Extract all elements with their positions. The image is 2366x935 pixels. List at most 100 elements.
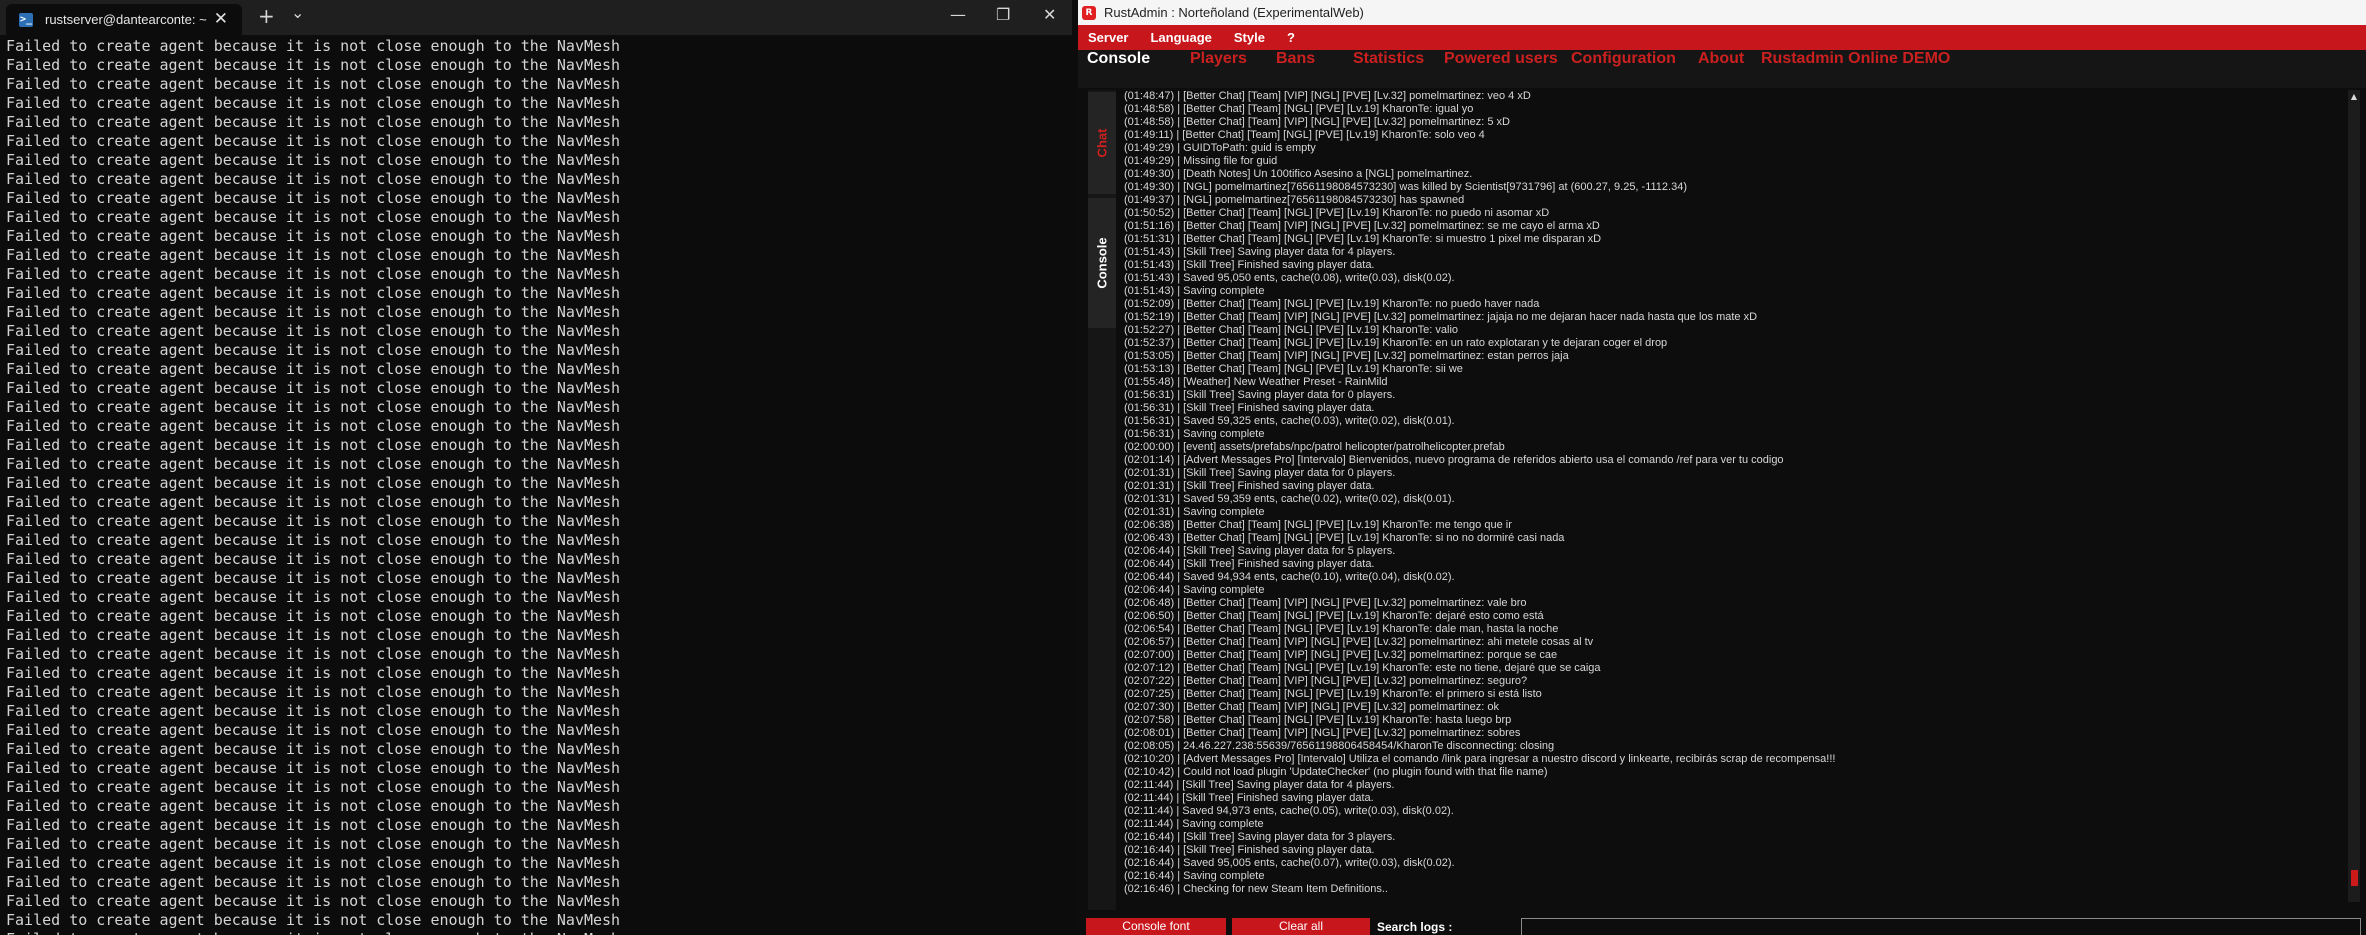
terminal-line: Failed to create agent because it is not… bbox=[6, 664, 621, 682]
tab-rustadmin-online-demo[interactable]: Rustadmin Online DEMO bbox=[1761, 50, 1950, 88]
terminal-line: Failed to create agent because it is not… bbox=[6, 151, 621, 169]
log-line: (02:07:58) | [Better Chat] [Team] [NGL] … bbox=[1124, 714, 1512, 726]
scroll-up-icon[interactable]: ▲ bbox=[2348, 92, 2360, 102]
log-line: (01:49:37) | [NGL] pomelmartinez[7656119… bbox=[1124, 194, 1465, 206]
log-line: (01:48:58) | [Better Chat] [Team] [NGL] … bbox=[1124, 103, 1474, 115]
terminal-line: Failed to create agent because it is not… bbox=[6, 436, 621, 454]
terminal-line: Failed to create agent because it is not… bbox=[6, 303, 621, 321]
clear-all-button[interactable]: Clear all bbox=[1232, 918, 1370, 935]
log-line: (02:07:22) | [Better Chat] [Team] [VIP] … bbox=[1124, 675, 1528, 687]
terminal-line: Failed to create agent because it is not… bbox=[6, 94, 621, 112]
terminal-line: Failed to create agent because it is not… bbox=[6, 113, 621, 131]
terminal-output[interactable]: Failed to create agent because it is not… bbox=[6, 37, 1066, 935]
log-line: (02:06:44) | Saving complete bbox=[1124, 584, 1265, 596]
rustadmin-logo-icon: R bbox=[1082, 5, 1096, 20]
log-line: (01:55:48) | [Weather] New Weather Prese… bbox=[1124, 376, 1388, 388]
log-line: (01:49:29) | GUIDToPath: guid is empty bbox=[1124, 142, 1316, 154]
terminal-line: Failed to create agent because it is not… bbox=[6, 417, 621, 435]
new-tab-button[interactable]: + bbox=[258, 4, 275, 28]
log-line: (02:06:38) | [Better Chat] [Team] [NGL] … bbox=[1124, 519, 1512, 531]
powershell-icon: >_ bbox=[19, 12, 33, 27]
terminal-tab[interactable]: >_ rustserver@dantearconte: ~ ✕ bbox=[6, 4, 242, 35]
log-line: (02:06:50) | [Better Chat] [Team] [NGL] … bbox=[1124, 610, 1544, 622]
log-line: (01:49:29) | Missing file for guid bbox=[1124, 155, 1278, 167]
terminal-line: Failed to create agent because it is not… bbox=[6, 512, 621, 530]
log-line: (01:53:05) | [Better Chat] [Team] [VIP] … bbox=[1124, 350, 1569, 362]
terminal-line: Failed to create agent because it is not… bbox=[6, 227, 621, 245]
log-line: (01:49:11) | [Better Chat] [Team] [NGL] … bbox=[1124, 129, 1485, 141]
terminal-line: Failed to create agent because it is not… bbox=[6, 930, 1066, 935]
log-line: (01:56:31) | Saving complete bbox=[1124, 428, 1265, 440]
side-tab-console-label: Console bbox=[1094, 237, 1110, 289]
terminal-line: Failed to create agent because it is not… bbox=[6, 835, 621, 853]
log-line: (02:01:31) | Saving complete bbox=[1124, 506, 1265, 518]
terminal-line: Failed to create agent because it is not… bbox=[6, 56, 621, 74]
menu-style[interactable]: Style bbox=[1234, 30, 1265, 45]
main-tabs: Console Players Bans Statistics Powered … bbox=[1078, 50, 2366, 88]
side-tab-console[interactable]: Console bbox=[1088, 198, 1116, 328]
tab-console[interactable]: Console bbox=[1087, 50, 1150, 88]
console-font-button[interactable]: Console font bbox=[1086, 918, 1226, 935]
terminal-line: Failed to create agent because it is not… bbox=[6, 132, 621, 150]
search-logs-input[interactable] bbox=[1521, 918, 2361, 935]
log-line: (01:56:31) | Saved 59,325 ents, cache(0.… bbox=[1124, 415, 1455, 427]
terminal-line: Failed to create agent because it is not… bbox=[6, 550, 621, 568]
log-line: (02:06:57) | [Better Chat] [Team] [VIP] … bbox=[1124, 636, 1594, 648]
tab-powered-users[interactable]: Powered users bbox=[1444, 50, 1558, 88]
menu-help[interactable]: ? bbox=[1287, 30, 1295, 45]
console-footer: Console font Clear all Search logs : bbox=[1078, 912, 2366, 935]
log-line: (02:11:44) | [Skill Tree] Finished savin… bbox=[1124, 792, 1374, 804]
log-line: (01:51:43) | Saved 95,050 ents, cache(0.… bbox=[1124, 272, 1455, 284]
terminal-line: Failed to create agent because it is not… bbox=[6, 37, 621, 55]
menu-language[interactable]: Language bbox=[1150, 30, 1211, 45]
terminal-line: Failed to create agent because it is not… bbox=[6, 341, 621, 359]
tab-about[interactable]: About bbox=[1698, 50, 1744, 88]
minimize-button[interactable]: — bbox=[950, 5, 966, 24]
terminal-line: Failed to create agent because it is not… bbox=[6, 683, 621, 701]
terminal-line: Failed to create agent because it is not… bbox=[6, 360, 621, 378]
side-tab-chat[interactable]: Chat bbox=[1088, 92, 1116, 194]
terminal-line: Failed to create agent because it is not… bbox=[6, 474, 621, 492]
log-line: (02:16:44) | [Skill Tree] Saving player … bbox=[1124, 831, 1396, 843]
menu-bar: Server Language Style ? bbox=[1078, 25, 2366, 50]
terminal-line: Failed to create agent because it is not… bbox=[6, 170, 621, 188]
close-window-button[interactable]: ✕ bbox=[1043, 5, 1056, 24]
tab-statistics[interactable]: Statistics bbox=[1353, 50, 1424, 88]
tab-configuration[interactable]: Configuration bbox=[1571, 50, 1676, 88]
log-line: (01:50:52) | [Better Chat] [Team] [NGL] … bbox=[1124, 207, 1550, 219]
console-scrollbar[interactable]: ▲ bbox=[2348, 90, 2360, 902]
log-line: (01:52:19) | [Better Chat] [Team] [VIP] … bbox=[1124, 311, 1758, 323]
terminal-line: Failed to create agent because it is not… bbox=[6, 379, 621, 397]
tab-bans[interactable]: Bans bbox=[1276, 50, 1315, 88]
side-tab-chat-label: Chat bbox=[1094, 128, 1110, 158]
terminal-line: Failed to create agent because it is not… bbox=[6, 75, 621, 93]
menu-server[interactable]: Server bbox=[1088, 30, 1128, 45]
close-tab-icon[interactable]: ✕ bbox=[214, 9, 228, 29]
log-line: (02:00:00) | [event] assets/prefabs/npc/… bbox=[1124, 441, 1505, 453]
terminal-line: Failed to create agent because it is not… bbox=[6, 588, 621, 606]
console-log-lines: (01:48:47) | [Better Chat] [Team] [VIP] … bbox=[1124, 90, 1835, 896]
log-line: (02:06:48) | [Better Chat] [Team] [VIP] … bbox=[1124, 597, 1527, 609]
terminal-line: Failed to create agent because it is not… bbox=[6, 645, 621, 663]
log-line: (02:01:31) | [Skill Tree] Finished savin… bbox=[1124, 480, 1375, 492]
log-line: (02:06:54) | [Better Chat] [Team] [NGL] … bbox=[1124, 623, 1559, 635]
chevron-down-icon[interactable]: ⌄ bbox=[291, 3, 304, 22]
terminal-line: Failed to create agent because it is not… bbox=[6, 493, 621, 511]
log-line: (01:48:58) | [Better Chat] [Team] [VIP] … bbox=[1124, 116, 1510, 128]
scrollbar-thumb[interactable] bbox=[2351, 870, 2358, 886]
log-line: (02:06:44) | [Skill Tree] Finished savin… bbox=[1124, 558, 1375, 570]
log-line: (01:51:31) | [Better Chat] [Team] [NGL] … bbox=[1124, 233, 1602, 245]
log-line: (02:11:44) | [Skill Tree] Saving player … bbox=[1124, 779, 1395, 791]
console-log[interactable]: (01:48:47) | [Better Chat] [Team] [VIP] … bbox=[1116, 90, 2348, 902]
terminal-line: Failed to create agent because it is not… bbox=[6, 854, 621, 872]
log-line: (02:16:44) | Saved 95,005 ents, cache(0.… bbox=[1124, 857, 1455, 869]
maximize-button[interactable]: ❐ bbox=[996, 5, 1010, 24]
terminal-titlebar: >_ rustserver@dantearconte: ~ ✕ + ⌄ — ❐ … bbox=[0, 0, 1072, 35]
log-line: (02:06:44) | Saved 94,934 ents, cache(0.… bbox=[1124, 571, 1455, 583]
terminal-line: Failed to create agent because it is not… bbox=[6, 626, 621, 644]
log-line: (02:07:30) | [Better Chat] [Team] [VIP] … bbox=[1124, 701, 1499, 713]
log-line: (02:01:31) | Saved 59,359 ents, cache(0.… bbox=[1124, 493, 1455, 505]
tab-players[interactable]: Players bbox=[1190, 50, 1247, 88]
log-line: (02:11:44) | Saved 94,973 ents, cache(0.… bbox=[1124, 805, 1454, 817]
log-line: (01:51:43) | [Skill Tree] Finished savin… bbox=[1124, 259, 1375, 271]
